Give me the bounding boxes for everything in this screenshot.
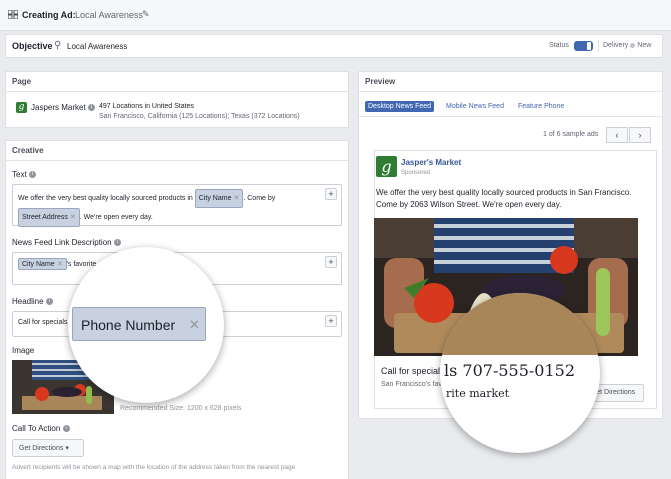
chevron-right-icon: › [638, 130, 642, 140]
add-headline-button[interactable]: + [325, 315, 337, 327]
next-ad-button[interactable]: › [629, 127, 651, 143]
chevron-left-icon: ‹ [615, 130, 619, 140]
cta-label: Call To Action i [12, 424, 70, 433]
info-icon[interactable]: i [88, 104, 95, 111]
info-icon[interactable]: i [113, 239, 121, 247]
locations-detail: San Francisco, California (125 Locations… [99, 113, 300, 120]
headline-label: Headline i [12, 297, 53, 306]
city-name-token[interactable]: City Name ✕ [18, 258, 67, 270]
locations-count: 497 Locations in United States [99, 103, 194, 110]
objective-label: Objective [12, 41, 53, 51]
zoom-phone-number: ls 707-555-0152 [444, 361, 576, 380]
chevron-down-icon: ▾ [65, 445, 69, 452]
ad-sponsored: Sponsored [401, 170, 431, 176]
objective-value: Local Awareness [67, 42, 128, 51]
ad-body-text: We offer the very best quality locally s… [376, 188, 632, 209]
zoom-lens-phone-preview: ls 707-555-0152 rite market [440, 293, 600, 453]
creative-heading: Creative [6, 141, 348, 161]
edit-pencil-icon[interactable]: ✎ [142, 9, 150, 20]
page-logo-icon: g [16, 102, 27, 113]
prev-ad-button[interactable]: ‹ [606, 127, 628, 143]
recommended-size: Recommended Size: 1200 x 628 pixels [120, 405, 242, 412]
tab-mobile-news-feed[interactable]: Mobile News Feed [443, 101, 507, 112]
image-label: Image [12, 346, 35, 355]
tab-desktop-news-feed[interactable]: Desktop News Feed [365, 101, 435, 112]
divider [359, 116, 662, 117]
status-label: Status [549, 42, 569, 49]
location-pin-icon: ⚲ [54, 40, 62, 51]
close-icon[interactable]: ✕ [189, 317, 200, 333]
zoom-link-desc: rite market [446, 387, 510, 400]
cta-footnote: Advert recipients will be shown a map wi… [12, 464, 296, 471]
city-name-token[interactable]: City Name ✕ [194, 189, 244, 208]
ad-page-name[interactable]: Jasper's Market [401, 158, 461, 167]
delivery-dot-icon [630, 42, 636, 48]
divider [598, 40, 599, 52]
tab-feature-phone[interactable]: Feature Phone [515, 101, 567, 112]
preview-heading: Preview [359, 72, 662, 92]
headline-text: Call for specials [18, 319, 68, 326]
link-desc-content: City Name ✕'s favorite [18, 258, 96, 270]
info-icon[interactable]: i [45, 298, 53, 306]
street-address-token[interactable]: Street Address ✕ [18, 208, 80, 227]
text-label: Text i [12, 170, 36, 179]
ad-grid-icon [8, 10, 18, 19]
page-name: Jaspers Market [31, 103, 86, 112]
sample-ads-pager: 1 of 6 sample ads [543, 131, 599, 138]
phone-number-token[interactable]: Phone Number ✕ [72, 307, 206, 341]
zoom-lens-phone-token: Phone Number ✕ [68, 247, 224, 403]
info-icon[interactable]: i [62, 425, 70, 433]
ad-page-logo-icon: g [376, 156, 397, 177]
delivery-status: Delivery New [603, 42, 652, 49]
top-bar: Creating Ad: Local Awareness ✎ [0, 0, 671, 31]
info-icon[interactable]: i [28, 171, 36, 179]
ad-name: Local Awareness [75, 10, 143, 20]
page-heading: Page [6, 72, 348, 92]
ad-text-content: We offer the very best quality locally s… [18, 189, 318, 227]
objective-bar: Objective ⚲ Local Awareness Status Deliv… [5, 34, 663, 58]
zoom-photo-strip [440, 293, 600, 355]
add-link-desc-button[interactable]: + [325, 256, 337, 268]
ad-headline: Call for specials [381, 366, 445, 376]
cta-dropdown[interactable]: Get Directions ▾ [12, 439, 84, 457]
status-toggle[interactable] [574, 41, 593, 51]
add-text-button[interactable]: + [325, 188, 337, 200]
link-desc-label: News Feed Link Description i [12, 238, 121, 247]
page-title: Creating Ad: [22, 10, 76, 20]
